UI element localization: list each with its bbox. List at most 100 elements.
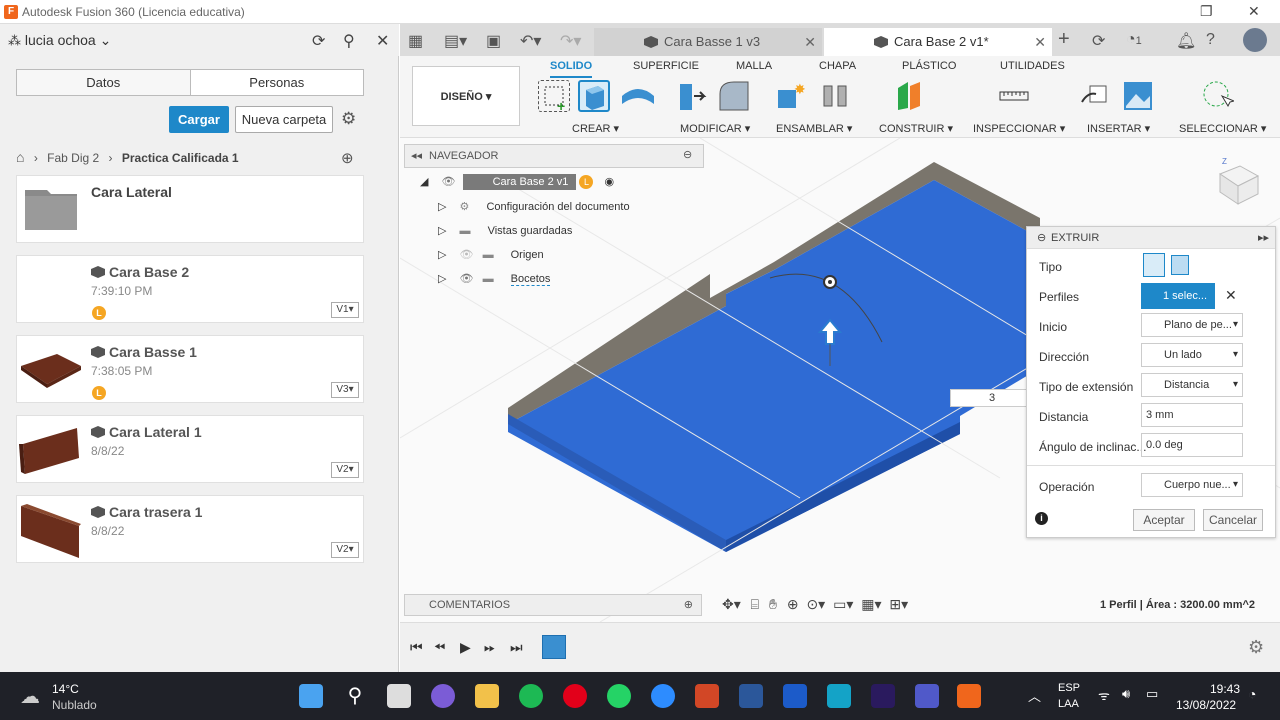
radio-icon[interactable]: ◉: [605, 176, 615, 188]
tab-malla[interactable]: MALLA: [736, 60, 772, 72]
tab-chapa[interactable]: CHAPA: [819, 60, 856, 72]
globe-icon[interactable]: ⊕: [341, 149, 354, 167]
start-select[interactable]: Plano de pe...: [1141, 313, 1243, 337]
insert-menu[interactable]: INSERTAR ▾: [1087, 122, 1150, 135]
clock-time[interactable]: 19:43: [1210, 682, 1240, 696]
restore-icon[interactable]: ❐: [1200, 3, 1213, 20]
close-window-icon[interactable]: ✕: [1248, 3, 1260, 20]
battery-icon[interactable]: ▭: [1146, 686, 1158, 702]
distance-input[interactable]: 3: [950, 389, 1034, 407]
premiere-icon[interactable]: [871, 684, 895, 708]
offset-plane-icon[interactable]: [896, 80, 928, 112]
list-item[interactable]: Cara trasera 1 8/8/22 V2▾: [16, 495, 364, 563]
close-tab-icon[interactable]: ✕: [1034, 28, 1046, 56]
tab-solido[interactable]: SOLIDO: [550, 60, 593, 78]
job-status-icon[interactable]: ◔1: [1126, 31, 1142, 49]
version-dropdown[interactable]: V3▾: [331, 382, 359, 398]
whatsapp-icon[interactable]: [607, 684, 631, 708]
fusion-360-icon[interactable]: [957, 684, 981, 708]
grid-settings-icon[interactable]: ▦▾: [861, 596, 881, 612]
powerpoint-icon[interactable]: [695, 684, 719, 708]
new-tab-icon[interactable]: +: [1058, 28, 1070, 51]
clear-selection-icon[interactable]: ✕: [1225, 287, 1237, 304]
extensions-icon[interactable]: ⟳: [1092, 31, 1105, 51]
user-menu[interactable]: ⁂ lucia ochoa ⌄: [8, 32, 111, 49]
minus-icon[interactable]: ⊖: [1037, 227, 1046, 249]
list-item[interactable]: Cara Lateral: [16, 175, 364, 243]
select-menu[interactable]: SELECCIONAR ▾: [1179, 122, 1266, 135]
view-cube[interactable]: Z: [1212, 157, 1262, 208]
revolve-icon[interactable]: [620, 80, 654, 112]
file-explorer-icon[interactable]: [475, 684, 499, 708]
clock-date[interactable]: 13/08/2022: [1176, 698, 1236, 712]
select-icon[interactable]: [1202, 80, 1236, 112]
go-to-start-icon[interactable]: ⏮︎: [410, 639, 423, 656]
hidden-eye-icon[interactable]: 👁︎: [460, 249, 474, 261]
tree-root[interactable]: ◢ 👁︎ Cara Base 2 v1 L ◉: [420, 174, 614, 190]
list-item[interactable]: Cara Basse 1 7:38:05 PM L V3▾: [16, 335, 364, 403]
tree-item-views[interactable]: ▷ ▬ Vistas guardadas: [438, 224, 572, 237]
close-panel-icon[interactable]: ✕: [376, 31, 389, 51]
chevron-up-icon[interactable]: ︿: [1028, 686, 1041, 705]
close-tab-icon[interactable]: ✕: [804, 28, 816, 56]
profiles-selection[interactable]: 1 selec...: [1141, 283, 1215, 309]
zoom-window-icon[interactable]: ⊙▾: [806, 596, 825, 612]
upload-button[interactable]: Cargar: [169, 106, 229, 133]
modify-menu[interactable]: MODIFICAR ▾: [680, 122, 750, 135]
avatar[interactable]: [1243, 28, 1267, 52]
task-view-icon[interactable]: [387, 684, 411, 708]
expand-arrow-icon[interactable]: ▷: [438, 225, 446, 237]
workspace-dropdown[interactable]: DISEÑO ▾: [412, 66, 520, 126]
press-pull-icon[interactable]: [678, 80, 710, 112]
refresh-icon[interactable]: ⟳: [312, 31, 325, 51]
version-dropdown[interactable]: V1▾: [331, 302, 359, 318]
extrude-icon[interactable]: [578, 80, 610, 112]
timeline-sketch-icon[interactable]: [542, 635, 566, 659]
weather-text[interactable]: Nublado: [52, 698, 97, 712]
tab-utilidades[interactable]: UTILIDADES: [1000, 60, 1065, 72]
language[interactable]: ESP: [1058, 682, 1080, 694]
tab-datos[interactable]: Datos: [17, 70, 191, 95]
expand-arrow-icon[interactable]: ▷: [438, 201, 446, 213]
taper-angle-field[interactable]: 0.0 deg: [1141, 433, 1243, 457]
tab-cara-basse-1[interactable]: Cara Basse 1 v3 ✕: [594, 28, 822, 56]
canva-icon[interactable]: [827, 684, 851, 708]
volume-icon[interactable]: 🔊︎: [1122, 686, 1130, 702]
step-forward-icon[interactable]: ⏩︎: [484, 639, 495, 656]
new-component-icon[interactable]: ✸: [776, 80, 808, 112]
windows-start-icon[interactable]: [299, 684, 323, 708]
browser-panel-header[interactable]: ◂◂ NAVEGADOR ⊖: [404, 144, 704, 168]
tab-superficie[interactable]: SUPERFICIE: [633, 60, 699, 72]
new-folder-button[interactable]: Nueva carpeta: [235, 106, 333, 133]
tab-plastico[interactable]: PLÁSTICO: [902, 60, 956, 72]
type-thin-icon[interactable]: [1171, 255, 1189, 275]
tab-cara-base-2[interactable]: Cara Base 2 v1* ✕: [824, 28, 1052, 56]
notifications-icon[interactable]: 🔔︎: [1176, 31, 1196, 51]
breadcrumb-project[interactable]: Fab Dig 2: [47, 151, 99, 165]
zoom-icon[interactable]: ⊕: [787, 596, 799, 612]
add-comment-icon[interactable]: ⊕: [684, 595, 693, 615]
step-back-icon[interactable]: ⏪︎: [434, 639, 445, 656]
measure-icon[interactable]: [998, 80, 1030, 112]
tree-item-origin[interactable]: ▷ 👁︎ ▬ Origen: [438, 248, 544, 261]
tree-item-settings[interactable]: ▷ ⚙ Configuración del documento: [438, 200, 630, 213]
home-icon[interactable]: ⌂: [16, 149, 24, 165]
eye-icon[interactable]: 👁︎: [442, 176, 456, 188]
tab-personas[interactable]: Personas: [191, 70, 364, 95]
orbit-icon[interactable]: ✥▾: [722, 596, 741, 612]
word-icon[interactable]: [739, 684, 763, 708]
display-settings-icon[interactable]: ▭▾: [833, 596, 853, 612]
expand-icon[interactable]: ▸▸: [1258, 227, 1269, 249]
distance-field[interactable]: 3 mm: [1141, 403, 1243, 427]
collapse-icon[interactable]: ◂◂: [411, 149, 422, 162]
info-icon[interactable]: i: [1035, 512, 1048, 525]
expand-arrow-icon[interactable]: ▷: [438, 273, 446, 285]
construct-menu[interactable]: CONSTRUIR ▾: [879, 122, 953, 135]
extent-type-select[interactable]: Distancia: [1141, 373, 1243, 397]
extrude-dialog-header[interactable]: ⊖ EXTRUIR ▸▸: [1027, 227, 1275, 249]
insert-image-icon[interactable]: [1122, 80, 1154, 112]
fillet-icon[interactable]: [718, 80, 750, 112]
ok-button[interactable]: Aceptar: [1133, 509, 1195, 531]
keyboard-layout[interactable]: LAA: [1058, 698, 1079, 710]
weather-temp[interactable]: 14°C: [52, 682, 79, 696]
